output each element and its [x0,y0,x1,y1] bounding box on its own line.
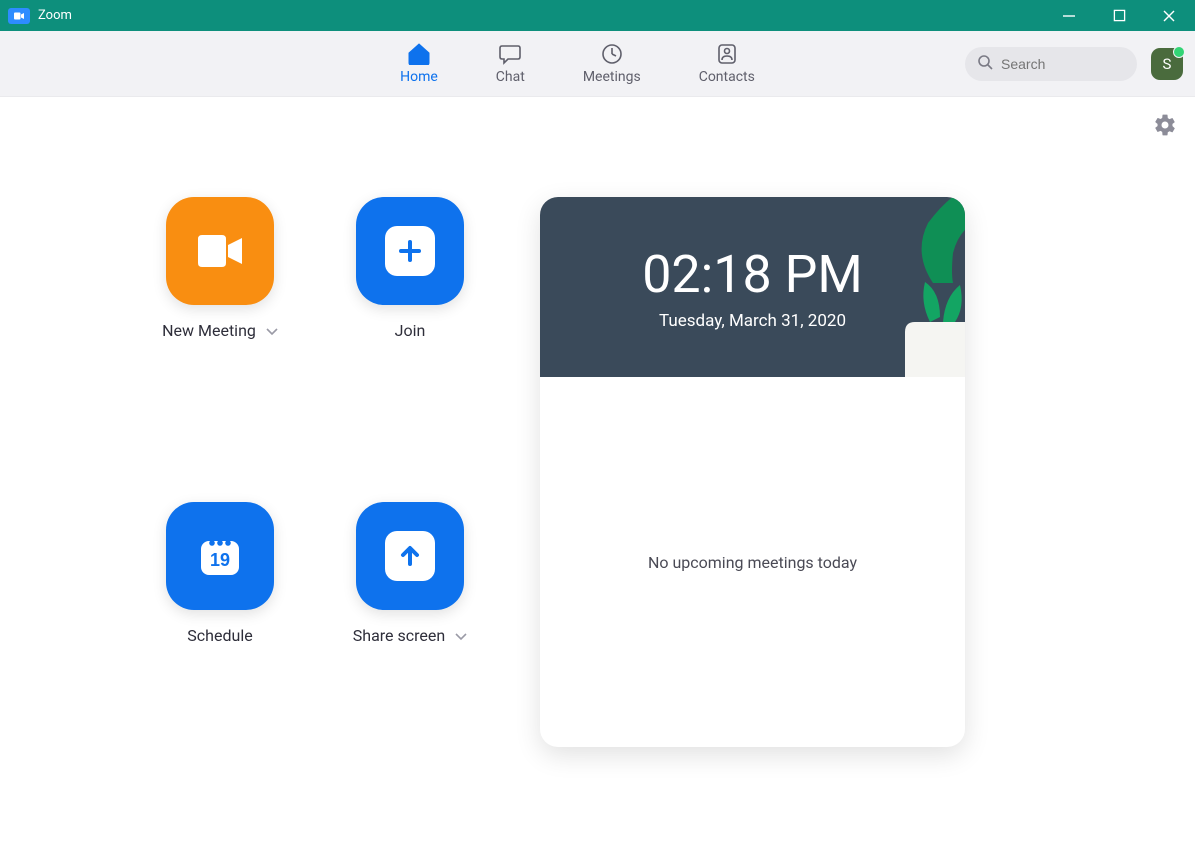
profile-avatar[interactable]: S [1151,48,1183,80]
title-bar: Zoom [0,0,1195,31]
contacts-icon [715,43,739,65]
search-input[interactable] [1001,56,1125,72]
chat-icon [498,43,522,65]
calendar-header: 02:18 PM Tuesday, March 31, 2020 [540,197,965,377]
minimize-button[interactable] [1057,4,1081,28]
search-box[interactable] [965,47,1137,81]
nav-meetings[interactable]: Meetings [583,43,641,85]
clock-date: Tuesday, March 31, 2020 [659,311,846,331]
calendar-body: No upcoming meetings today [540,377,965,747]
new-meeting-button[interactable]: New Meeting [130,197,310,442]
join-label: Join [395,321,426,340]
join-button[interactable]: Join [320,197,500,442]
chevron-down-icon[interactable] [266,321,278,340]
share-screen-button[interactable]: Share screen [320,502,500,747]
nav-chat[interactable]: Chat [496,43,525,85]
app-icon [8,8,30,24]
home-icon [407,43,431,65]
share-screen-label: Share screen [353,626,445,645]
clock-icon [600,43,624,65]
plus-icon [356,197,464,305]
new-meeting-label: New Meeting [162,321,256,340]
nav-meetings-label: Meetings [583,69,641,85]
plant-decoration-icon [903,197,965,283]
clock-time: 02:18 PM [642,244,863,305]
avatar-initial: S [1163,55,1172,73]
top-nav: Home Chat Meetings Contacts [0,31,1195,97]
share-icon [356,502,464,610]
nav-chat-label: Chat [496,69,525,85]
svg-text:19: 19 [210,550,230,570]
maximize-button[interactable] [1107,4,1131,28]
schedule-button[interactable]: 19 Schedule [130,502,310,747]
nav-contacts-label: Contacts [699,69,755,85]
calendar-panel: 02:18 PM Tuesday, March 31, 2020 No upco… [540,197,965,747]
no-meetings-label: No upcoming meetings today [648,553,857,572]
video-icon [166,197,274,305]
nav-home-label: Home [400,69,438,85]
schedule-label: Schedule [187,626,252,645]
nav-contacts[interactable]: Contacts [699,43,755,85]
calendar-icon: 19 [166,502,274,610]
search-icon [977,54,993,74]
actions-grid: New Meeting Join [130,197,500,747]
window-title: Zoom [38,8,1057,23]
pot-decoration-icon [885,277,965,377]
settings-button[interactable] [1153,113,1177,141]
chevron-down-icon[interactable] [455,626,467,645]
nav-home[interactable]: Home [400,43,438,85]
close-button[interactable] [1157,4,1181,28]
content-area: New Meeting Join [0,97,1195,855]
